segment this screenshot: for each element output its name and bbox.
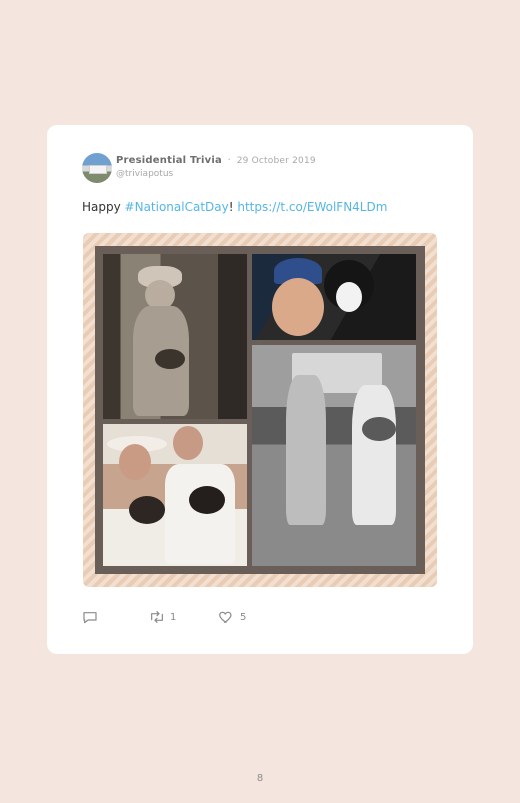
like-button[interactable]: 5 <box>218 609 246 625</box>
photo-man-with-cat <box>103 254 247 419</box>
cat-shape <box>362 417 396 441</box>
like-count: 5 <box>240 611 247 623</box>
tweet-media[interactable] <box>83 233 437 587</box>
heart-icon <box>219 611 232 623</box>
cat-shape <box>189 486 225 514</box>
tweet-header: Presidential Trivia · 29 October 2019 <box>116 155 316 166</box>
author-handle[interactable]: @triviapotus <box>116 169 173 179</box>
face-shape <box>272 278 324 336</box>
tweet-text-prefix: Happy <box>82 200 125 214</box>
separator: · <box>227 155 232 166</box>
photo-man-in-cap-with-cat <box>252 254 416 340</box>
page-number: 8 <box>256 773 264 784</box>
white-house-image <box>89 165 107 174</box>
reply-button[interactable] <box>82 609 98 625</box>
figure-shape <box>165 464 235 564</box>
hashtag-link[interactable]: #NationalCatDay <box>125 200 229 214</box>
retweet-icon <box>151 611 163 623</box>
tweet-date[interactable]: 29 October 2019 <box>237 156 316 166</box>
avatar[interactable] <box>82 153 112 183</box>
face-shape <box>119 444 151 480</box>
photo-couple-with-cats <box>103 424 247 566</box>
retweet-count: 1 <box>170 611 177 623</box>
photo-family-with-cat <box>252 345 416 566</box>
author-name[interactable]: Presidential Trivia <box>116 155 222 166</box>
tweet-actions: 1 5 <box>82 609 442 625</box>
reply-icon <box>83 612 97 624</box>
tweet-text: Happy #NationalCatDay! https://t.co/EWol… <box>82 200 387 214</box>
url-link[interactable]: https://t.co/EWolFN4LDm <box>237 200 387 214</box>
cat-shape <box>129 496 165 524</box>
cat-shape <box>155 349 185 369</box>
figure-shape <box>286 375 326 525</box>
figure-shape <box>352 385 396 525</box>
face-shape <box>173 426 203 460</box>
cat-face-shape <box>336 282 362 312</box>
retweet-button[interactable]: 1 <box>148 609 176 625</box>
photo-collage <box>95 246 425 574</box>
tweet-card: Presidential Trivia · 29 October 2019 @t… <box>47 125 473 654</box>
